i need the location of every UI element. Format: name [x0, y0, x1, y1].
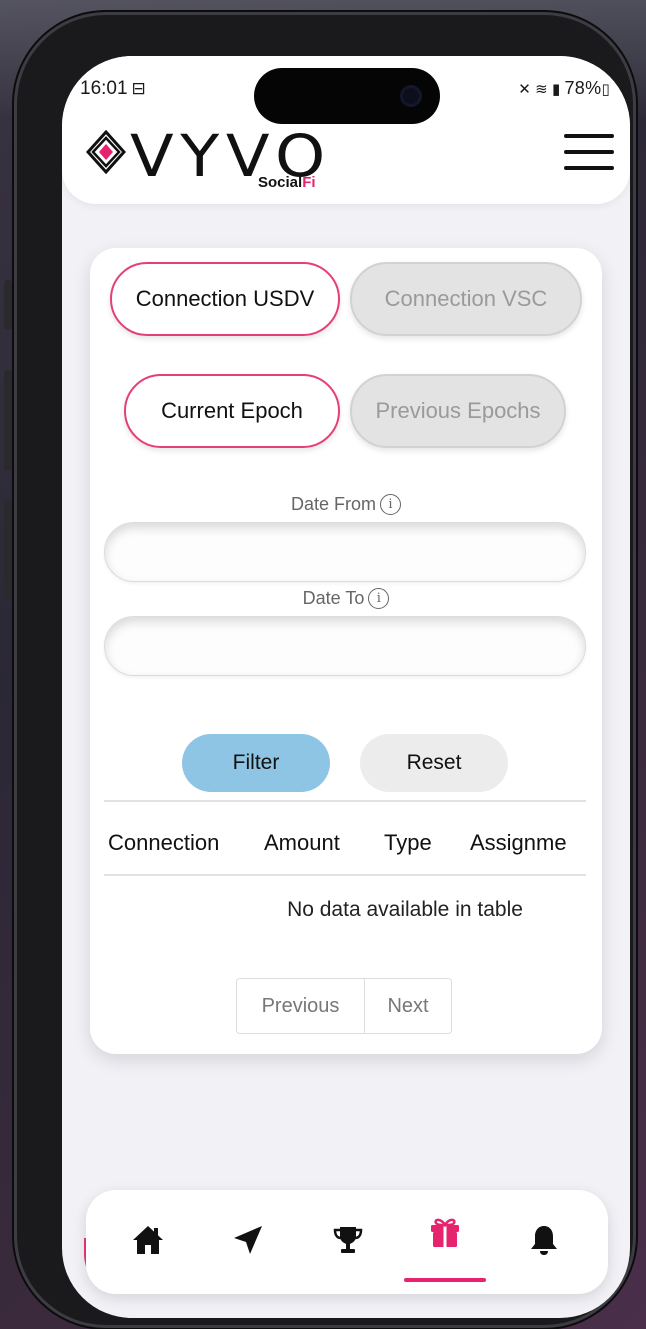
info-icon[interactable]: i — [368, 588, 390, 609]
status-icons: ✕ ≋ ▮ 78%▯ — [518, 78, 614, 99]
home-icon-svg — [133, 1226, 163, 1254]
battery-text: 78% — [564, 78, 602, 98]
previous-page-button[interactable]: Previous — [237, 979, 365, 1033]
pagination: Previous Next — [236, 978, 452, 1034]
tab-connection-usdv[interactable]: Connection USDV — [110, 262, 340, 336]
info-icon[interactable]: i — [380, 494, 402, 515]
vyvo-logo-icon — [86, 130, 126, 174]
date-to-input[interactable] — [104, 616, 586, 676]
bell-icon-svg — [531, 1226, 557, 1255]
empty-table-message: No data available in table — [287, 898, 523, 921]
logo-subtitle: SocialFi — [258, 174, 316, 191]
active-tab-indicator — [404, 1278, 486, 1282]
menu-line — [564, 166, 614, 170]
side-button — [4, 280, 12, 330]
table-top-divider — [104, 800, 586, 802]
bell-icon[interactable] — [516, 1212, 572, 1268]
bottom-nav — [86, 1190, 608, 1294]
wifi-icon: ≋ — [535, 81, 548, 98]
table-header: Connection Amount Type Assignme — [104, 814, 586, 874]
send-icon[interactable] — [220, 1212, 276, 1268]
logo-sub-prefix: Social — [258, 174, 303, 191]
next-page-button[interactable]: Next — [365, 979, 451, 1033]
column-header-assignment[interactable]: Assignme — [470, 830, 567, 856]
home-icon[interactable] — [120, 1212, 176, 1268]
gift-icon-svg — [431, 1218, 459, 1247]
date-from-label: Date From i — [90, 494, 602, 515]
gift-icon[interactable] — [417, 1204, 473, 1260]
battery-icon: ▯ — [601, 81, 610, 98]
menu-line — [564, 134, 614, 138]
trophy-icon-svg — [333, 1227, 363, 1253]
mute-icon: ✕ — [518, 81, 532, 98]
status-time-text: 16:01 — [80, 78, 128, 99]
side-button — [4, 500, 12, 600]
column-header-connection[interactable]: Connection — [108, 830, 219, 856]
reset-button[interactable]: Reset — [360, 734, 508, 792]
column-header-amount[interactable]: Amount — [264, 830, 340, 856]
tab-current-epoch[interactable]: Current Epoch — [124, 374, 340, 448]
screen-cast-icon: ⊟ — [131, 79, 146, 98]
column-header-type[interactable]: Type — [384, 830, 432, 856]
tab-previous-epochs[interactable]: Previous Epochs — [350, 374, 566, 448]
status-time: 16:01 ⊟ — [80, 78, 146, 100]
phone-screen: 16:01 ⊟ ✕ ≋ ▮ 78%▯ VYVO SocialFi Connect… — [62, 56, 630, 1318]
menu-icon[interactable] — [564, 134, 614, 170]
side-button — [4, 370, 12, 470]
signal-icon: ▮ — [551, 81, 561, 98]
trophy-icon[interactable] — [320, 1212, 376, 1268]
send-icon-svg — [234, 1226, 262, 1254]
date-from-input[interactable] — [104, 522, 586, 582]
logo-sub-suffix: Fi — [302, 174, 316, 191]
connections-card: Connection USDV Connection VSC Current E… — [90, 248, 602, 1054]
table-header-divider — [104, 874, 586, 876]
camera-icon — [400, 85, 422, 107]
filter-button[interactable]: Filter — [182, 734, 330, 792]
date-to-label: Date To i — [90, 588, 602, 609]
menu-line — [564, 150, 614, 154]
tab-connection-vsc[interactable]: Connection VSC — [350, 262, 582, 336]
date-to-label-text: Date To — [302, 588, 365, 608]
date-from-label-text: Date From — [290, 494, 377, 514]
dynamic-island — [254, 68, 440, 124]
phone-frame: 16:01 ⊟ ✕ ≋ ▮ 78%▯ VYVO SocialFi Connect… — [14, 12, 636, 1328]
